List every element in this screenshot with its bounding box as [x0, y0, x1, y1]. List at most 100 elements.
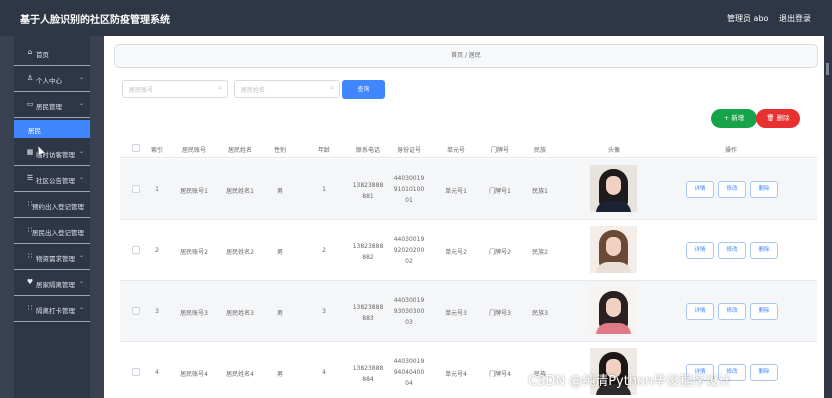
cell-age: 3	[322, 308, 326, 315]
cell-index: 2	[155, 247, 159, 254]
top-bar: 基于人脸识别的社区防疫管理系统 管理员 abo 退出登录	[0, 0, 832, 36]
chevron-down-icon: ⌄	[78, 278, 84, 285]
cell-account: 居民账号2	[180, 249, 208, 256]
col-account: 居民账号	[181, 147, 206, 154]
cell-id-line1: 44030019	[393, 358, 425, 365]
cell-id-line1: 44030019	[393, 175, 425, 182]
main-content: 首页 / 居民 居民账号 ⌕ 居民姓名 ⌕ 查询 + 新增 🗑 删除 索引 居民…	[104, 36, 824, 398]
isolation-icon: ♥	[26, 278, 34, 286]
sidebar-item-label: 预约出入登记管理	[32, 203, 84, 211]
cell-phone: 13823888 884	[350, 363, 386, 385]
col-gender: 性别	[273, 147, 286, 154]
chevron-down-icon: ⌄	[78, 252, 84, 259]
cell-account: 居民账号3	[180, 310, 208, 317]
row-checkbox[interactable]	[132, 185, 140, 193]
edit-button[interactable]: 修改	[718, 242, 746, 259]
cell-id-line2: 92020200	[393, 247, 425, 254]
sidebar-item-residents[interactable]: ▭ 居民管理 ⌄	[14, 92, 90, 118]
breadcrumb: 首页 / 居民	[114, 44, 818, 68]
cell-id-line3: 03	[405, 319, 413, 326]
cell-door: 门牌号4	[489, 371, 511, 378]
col-phone: 联系电话	[355, 147, 380, 154]
cell-id-line2: 93030300	[393, 308, 425, 315]
sidebar-item-label: 隔离打卡管理	[36, 307, 75, 315]
edit-button[interactable]: 修改	[718, 303, 746, 320]
account-placeholder: 居民账号	[129, 87, 154, 94]
scrollbar-track[interactable]	[824, 36, 832, 398]
col-ethnic: 民族	[533, 147, 546, 154]
row-delete-button[interactable]: 删除	[750, 242, 778, 259]
cell-id-line1: 44030019	[393, 297, 425, 304]
sidebar-item-label: 居家隔离管理	[36, 281, 75, 289]
cell-id-line1: 44030019	[393, 236, 425, 243]
cell-id: 44030019 91010100 01	[390, 173, 428, 206]
sidebar-item-home[interactable]: ⌂ 首页	[14, 40, 90, 66]
row-delete-button[interactable]: 删除	[750, 364, 778, 381]
cell-ethnic: 民族1	[532, 188, 548, 195]
sidebar-item-visitors[interactable]: ▦ 临时访客管理 ⌄	[14, 140, 90, 166]
user-icon: ♙	[26, 74, 34, 82]
row-checkbox[interactable]	[132, 368, 140, 376]
cell-phone: 13823888 882	[350, 241, 386, 263]
sidebar-item-checkin[interactable]: ∷ 隔离打卡管理 ⌄	[14, 296, 90, 322]
cell-id-line3: 01	[405, 197, 413, 204]
delete-button[interactable]: 🗑 删除	[756, 109, 800, 128]
cell-account: 居民账号1	[180, 188, 208, 195]
cell-name: 居民姓名4	[226, 371, 254, 378]
sidebar-item-supplies[interactable]: ∷ 物资需求管理 ⌄	[14, 244, 90, 270]
sidebar-item-label: 居民出入登记管理	[32, 229, 84, 237]
cell-phone-line1: 13823888	[352, 243, 384, 250]
detail-button[interactable]: 详情	[686, 303, 714, 320]
home-icon: ⌂	[27, 48, 33, 56]
col-name: 居民姓名	[227, 147, 252, 154]
sidebar-item-personal-center[interactable]: ♙ 个人中心 ⌄	[14, 66, 90, 92]
notice-icon: ☰	[26, 174, 34, 182]
add-button[interactable]: + 新增	[711, 109, 757, 128]
cell-id: 44030019 92020200 02	[390, 234, 428, 267]
cell-index: 4	[155, 369, 159, 376]
search-icon: ⌕	[330, 84, 334, 92]
cell-id: 44030019 94040400 04	[390, 356, 428, 389]
avatar	[590, 287, 637, 334]
cell-ethnic: 民族3	[532, 310, 548, 317]
col-actions: 操作	[724, 147, 737, 154]
edit-button[interactable]: 修改	[718, 181, 746, 198]
search-button[interactable]: 查询	[342, 80, 385, 99]
chevron-down-icon: ⌄	[78, 148, 84, 155]
cell-phone: 13823888 883	[350, 302, 386, 324]
cell-gender: 男	[276, 188, 283, 195]
chevron-down-icon: ⌄	[78, 304, 84, 311]
sidebar-item-label: 居民管理	[36, 103, 62, 111]
logout-link[interactable]: 退出登录	[779, 13, 811, 24]
detail-button[interactable]: 详情	[686, 242, 714, 259]
cell-gender: 男	[276, 310, 283, 317]
cell-age: 2	[322, 247, 326, 254]
scrollbar-thumb[interactable]	[826, 63, 829, 75]
avatar	[590, 226, 637, 273]
account-search-input[interactable]: 居民账号 ⌕	[122, 80, 228, 98]
residents-icon: ▭	[26, 100, 34, 108]
current-user[interactable]: 管理员 abo	[727, 13, 768, 24]
sidebar-item-entries[interactable]: ∷ 居民出入登记管理	[14, 218, 90, 244]
row-checkbox[interactable]	[132, 246, 140, 254]
detail-button[interactable]: 详情	[686, 181, 714, 198]
cell-gender: 男	[276, 371, 283, 378]
sidebar-item-notices[interactable]: ☰ 社区公告管理 ⌄	[14, 166, 90, 192]
row-delete-button[interactable]: 删除	[750, 181, 778, 198]
sidebar-item-isolation[interactable]: ♥ 居家隔离管理 ⌄	[14, 270, 90, 296]
chevron-down-icon: ⌄	[78, 74, 84, 81]
cell-index: 3	[155, 308, 159, 315]
row-checkbox[interactable]	[132, 307, 140, 315]
sidebar-item-resident[interactable]: 居民	[14, 120, 90, 138]
chevron-down-icon: ⌄	[78, 100, 84, 107]
row-delete-button[interactable]: 删除	[750, 303, 778, 320]
name-search-input[interactable]: 居民姓名 ⌕	[234, 80, 340, 98]
name-placeholder: 居民姓名	[241, 87, 266, 94]
cell-id: 44030019 93030300 03	[390, 295, 428, 328]
supply-icon: ∷	[27, 252, 33, 260]
cell-age: 4	[322, 369, 326, 376]
sidebar-item-label: 个人中心	[36, 77, 62, 85]
select-all-checkbox[interactable]	[132, 144, 140, 152]
sidebar-item-appointments[interactable]: ∷ 预约出入登记管理	[14, 192, 90, 218]
col-index: 索引	[151, 147, 164, 154]
